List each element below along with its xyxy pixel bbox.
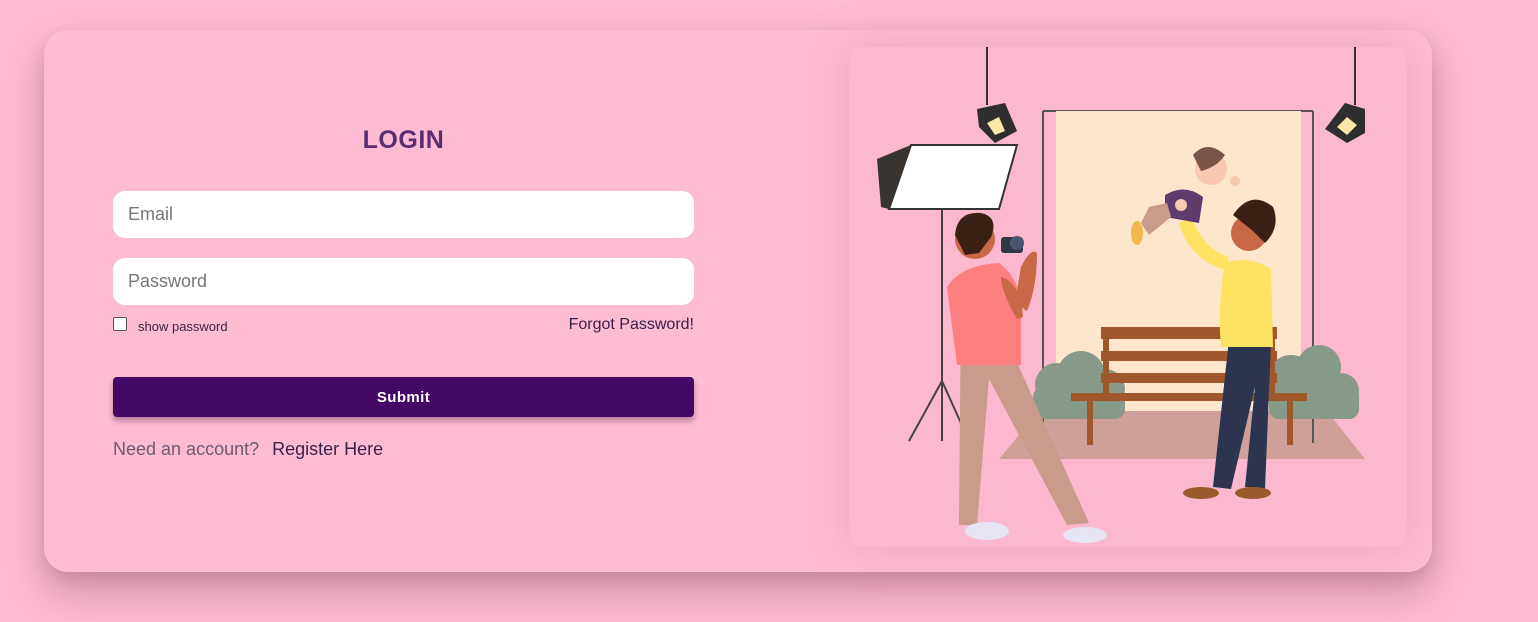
submit-button[interactable]: Submit (113, 377, 694, 417)
register-row: Need an account? Register Here (113, 439, 383, 460)
right-spotlight-icon (1325, 47, 1365, 143)
photoshoot-illustration (849, 47, 1407, 547)
password-field[interactable] (113, 258, 694, 305)
photoshoot-illustration-svg (877, 47, 1365, 543)
register-link[interactable]: Register Here (272, 439, 383, 459)
password-options-row: show password Forgot Password! (113, 315, 694, 337)
show-password-label: show password (138, 319, 228, 334)
email-field[interactable] (113, 191, 694, 238)
page-title: LOGIN (362, 126, 445, 154)
forgot-password-link[interactable]: Forgot Password! (569, 316, 694, 334)
login-form: LOGIN show password Forgot Password! Sub… (113, 30, 694, 572)
login-card: LOGIN show password Forgot Password! Sub… (44, 30, 1432, 572)
register-prompt: Need an account? (113, 439, 260, 459)
left-spotlight-icon (977, 47, 1017, 143)
show-password-checkbox[interactable] (113, 317, 127, 331)
